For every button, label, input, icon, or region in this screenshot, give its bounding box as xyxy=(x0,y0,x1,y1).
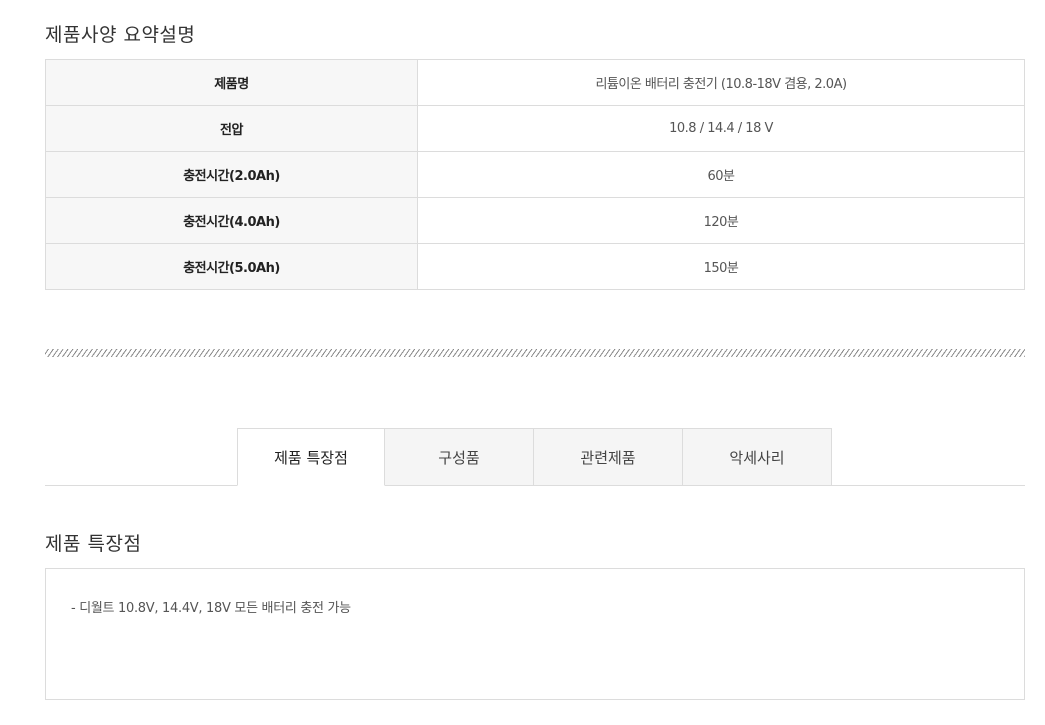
spec-label: 충전시간(2.0Ah) xyxy=(45,151,418,198)
tab-accessories[interactable]: 악세사리 xyxy=(683,428,832,486)
hatched-divider xyxy=(45,349,1025,357)
features-box: - 디월트 10.8V, 14.4V, 18V 모든 배터리 충전 가능 xyxy=(45,568,1025,700)
product-tabs: 제품 특장점 구성품 관련제품 악세사리 xyxy=(237,428,832,486)
spec-label: 충전시간(4.0Ah) xyxy=(45,197,418,244)
spec-table: 제품명 리튬이온 배터리 충전기 (10.8-18V 겸용, 2.0A) 전압 … xyxy=(45,59,1025,290)
spec-section-title: 제품사양 요약설명 xyxy=(45,24,196,46)
table-row: 충전시간(5.0Ah) 150분 xyxy=(45,243,1025,290)
spec-value: 10.8 / 14.4 / 18 V xyxy=(417,105,1025,152)
table-row: 전압 10.8 / 14.4 / 18 V xyxy=(45,105,1025,152)
table-row: 제품명 리튬이온 배터리 충전기 (10.8-18V 겸용, 2.0A) xyxy=(45,59,1025,106)
spec-value: 120분 xyxy=(417,197,1025,244)
spec-label: 제품명 xyxy=(45,59,418,106)
table-row: 충전시간(4.0Ah) 120분 xyxy=(45,197,1025,244)
tab-related-products[interactable]: 관련제품 xyxy=(534,428,683,486)
spec-value: 150분 xyxy=(417,243,1025,290)
spec-label: 전압 xyxy=(45,105,418,152)
table-row: 충전시간(2.0Ah) 60분 xyxy=(45,151,1025,198)
spec-label: 충전시간(5.0Ah) xyxy=(45,243,418,290)
tab-features[interactable]: 제품 특장점 xyxy=(237,428,385,486)
tab-components[interactable]: 구성품 xyxy=(385,428,534,486)
spec-value: 리튬이온 배터리 충전기 (10.8-18V 겸용, 2.0A) xyxy=(417,59,1025,106)
feature-item: - 디월트 10.8V, 14.4V, 18V 모든 배터리 충전 가능 xyxy=(71,601,351,616)
spec-value: 60분 xyxy=(417,151,1025,198)
features-section-title: 제품 특장점 xyxy=(45,533,142,555)
